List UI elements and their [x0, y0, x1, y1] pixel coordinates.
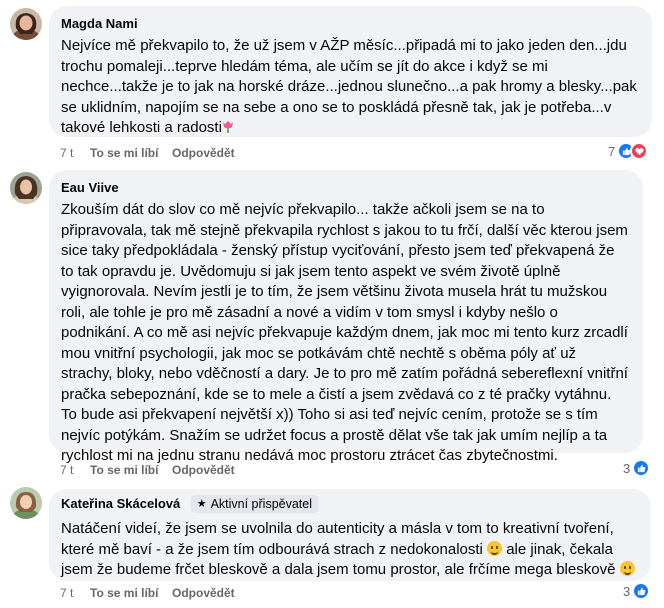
love-icon — [630, 142, 649, 160]
reaction-count: 7 — [608, 143, 616, 159]
smile-emoji-icon — [487, 540, 503, 556]
comment-text: Nejvíce mě překvapilo to, že už jsem v A… — [61, 37, 637, 136]
tulip-emoji-icon — [222, 121, 233, 133]
badge-label: Aktivní přispěvatel — [210, 497, 312, 511]
like-button[interactable]: To se mi líbí — [90, 462, 172, 478]
star-icon: ★ — [196, 498, 207, 510]
comment-bubble: Magda Nami Nejvíce mě překvapilo to, že … — [49, 6, 652, 137]
comment-actions: 7 t To se mi líbí Odpovědět — [60, 585, 235, 601]
reaction-count: 3 — [623, 460, 631, 476]
reaction-summary[interactable]: 3 — [623, 582, 651, 600]
comment-actions: 7 t To se mi líbí Odpovědět — [60, 145, 235, 161]
like-icon — [632, 459, 651, 477]
comment-author[interactable]: Kateřina Skácelová — [61, 496, 180, 512]
reaction-summary[interactable]: 3 — [623, 459, 651, 477]
comment-text: Zkouším dát do slov co mě nejvíc překvap… — [61, 201, 628, 464]
status-badge[interactable]: ★ Aktivní přispěvatel — [190, 495, 318, 513]
comment-author[interactable]: Magda Nami — [61, 16, 138, 32]
avatar[interactable] — [10, 172, 42, 204]
like-icon — [632, 582, 651, 600]
avatar[interactable] — [10, 8, 42, 40]
avatar[interactable] — [10, 487, 42, 519]
reply-button[interactable]: Odpovědět — [172, 585, 235, 601]
reaction-count: 3 — [623, 583, 631, 599]
avatar-image-icon — [10, 8, 42, 40]
author-row: Kateřina Skácelová ★ Aktivní přispěvatel — [61, 495, 639, 513]
reply-button[interactable]: Odpovědět — [172, 145, 235, 161]
reaction-summary[interactable]: 7 — [608, 142, 649, 160]
comment-bubble: Eau Viive Zkouším dát do slov co mě nejv… — [49, 170, 643, 464]
comment-timestamp[interactable]: 7 t — [60, 462, 90, 478]
comment-author[interactable]: Eau Viive — [61, 180, 119, 196]
avatar-image-icon — [10, 487, 42, 519]
comment-timestamp[interactable]: 7 t — [60, 585, 90, 601]
reply-button[interactable]: Odpovědět — [172, 462, 235, 478]
avatar-image-icon — [10, 172, 42, 204]
like-button[interactable]: To se mi líbí — [90, 145, 172, 161]
like-button[interactable]: To se mi líbí — [90, 585, 172, 601]
comment-timestamp[interactable]: 7 t — [60, 145, 90, 161]
comment-text: Natáčení videí, že jsem se uvolnila do a… — [61, 519, 639, 581]
comment-bubble: Kateřina Skácelová ★ Aktivní přispěvatel … — [49, 489, 651, 581]
comment-actions: 7 t To se mi líbí Odpovědět — [60, 462, 235, 478]
smile-emoji-icon — [619, 561, 635, 576]
